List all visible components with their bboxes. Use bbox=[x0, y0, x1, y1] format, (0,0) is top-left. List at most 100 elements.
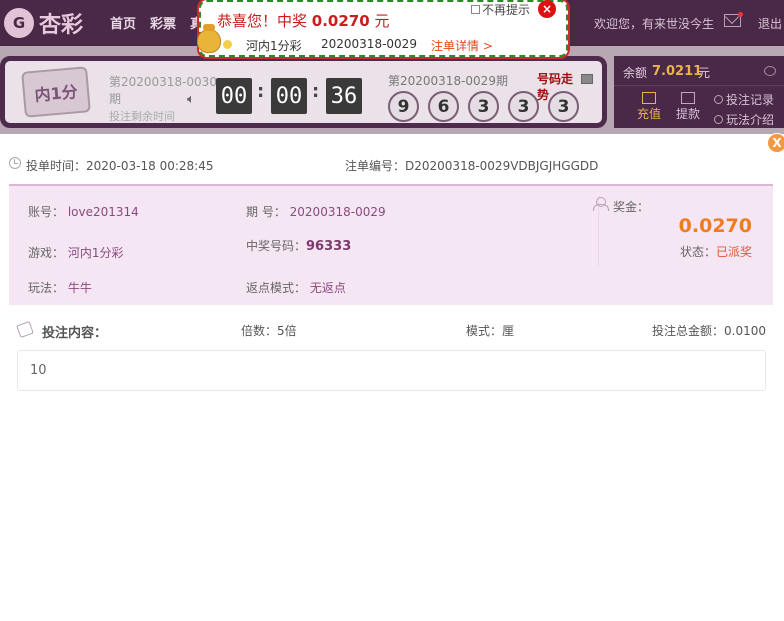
bet-records-label: 投注记录 bbox=[726, 93, 775, 107]
play-value: 牛牛 bbox=[67, 281, 92, 295]
lottery-panel: 内1分 第20200318-0030期 投注剩余时间 🔈︎ 00 : 00 : … bbox=[0, 56, 607, 128]
bet-content-box: 10 bbox=[17, 350, 766, 391]
lottery-logo-text: 内1分 bbox=[33, 82, 79, 105]
divider bbox=[614, 85, 784, 86]
rebate-label: 返点模式： bbox=[246, 281, 307, 295]
win-amount: 0.0270 bbox=[311, 12, 370, 30]
game-label: 游戏： bbox=[28, 246, 65, 260]
lottery-bar: 内1分 第20200318-0030期 投注剩余时间 🔈︎ 00 : 00 : … bbox=[0, 46, 784, 134]
win-issue: 20200318-0029 bbox=[321, 37, 417, 51]
balance-label: 余额 bbox=[623, 66, 648, 80]
unread-dot bbox=[738, 12, 743, 17]
account-field: 账号： love201314 bbox=[28, 203, 139, 220]
speaker-mute-icon[interactable]: 🔈︎ bbox=[187, 92, 195, 107]
balance-value: 7.0211 bbox=[652, 64, 703, 79]
nav-lottery[interactable]: 彩票 bbox=[150, 13, 176, 32]
issue-value: 20200318-0029 bbox=[289, 205, 386, 219]
clock-icon bbox=[714, 95, 723, 104]
win-code-field: 中奖号码：96333 bbox=[246, 237, 351, 254]
order-number-value: D20200318-0029VDBJGJHGGDD bbox=[405, 159, 599, 173]
countdown-seconds: 36 bbox=[326, 78, 362, 114]
draw-ball: 3 bbox=[468, 91, 499, 122]
nav-home[interactable]: 首页 bbox=[110, 13, 136, 32]
countdown-colon: : bbox=[312, 81, 320, 102]
bet-records-link[interactable]: 投注记录 bbox=[714, 91, 774, 108]
withdraw-button[interactable]: 提款 bbox=[673, 92, 703, 122]
draw-ball: 3 bbox=[508, 91, 539, 122]
note-icon bbox=[16, 320, 34, 339]
users-icon bbox=[593, 197, 609, 211]
current-issue: 第20200318-0030期 bbox=[109, 75, 217, 106]
rebate-value: 无返点 bbox=[309, 281, 346, 295]
win-notification: 恭喜您！中奖 0.0270 元 不再提示 × 河内1分彩 20200318-00… bbox=[197, 0, 568, 57]
site-logo[interactable]: G 杏彩 bbox=[4, 6, 83, 40]
bet-time-value: 2020-03-18 00:28:45 bbox=[86, 159, 214, 173]
clock-icon bbox=[9, 157, 21, 169]
recharge-icon bbox=[642, 92, 656, 104]
welcome-text: 欢迎您，有来世没今生 bbox=[594, 17, 715, 31]
eye-icon[interactable] bbox=[764, 66, 776, 76]
order-detail-panel: 投单时间：2020-03-18 00:28:45 注单编号：D20200318-… bbox=[0, 140, 784, 621]
countdown-minutes: 00 bbox=[271, 78, 307, 114]
logout-link[interactable]: 退出 bbox=[758, 15, 782, 32]
multiplier-label: 倍数： bbox=[241, 324, 278, 338]
prize-label: 奖金： bbox=[613, 200, 650, 214]
order-detail-link[interactable]: 注单详情 > bbox=[431, 37, 493, 54]
popup-close-icon[interactable]: × bbox=[538, 0, 556, 18]
previous-issue: 第20200318-0029期 bbox=[388, 74, 508, 88]
detail-close-icon[interactable]: X bbox=[767, 133, 784, 153]
win-title: 恭喜您！中奖 0.0270 元 bbox=[217, 10, 389, 31]
lottery-logo: 内1分 bbox=[21, 66, 91, 118]
draw-ball: 9 bbox=[388, 91, 419, 122]
balance-unit: 元 bbox=[698, 66, 711, 80]
win-code-value: 96333 bbox=[306, 239, 352, 254]
play-intro-link[interactable]: 玩法介绍 bbox=[714, 111, 774, 128]
bet-content-title: 投注内容： bbox=[42, 326, 108, 341]
total-value: 0.0100 bbox=[724, 324, 766, 338]
account-panel: 余额 7.0211 元 充值 提款 投注记录 玩法介绍 bbox=[614, 56, 784, 128]
play-field: 玩法： 牛牛 bbox=[28, 279, 92, 296]
prize-value: 0.0270 bbox=[678, 215, 752, 237]
withdraw-label: 提款 bbox=[675, 107, 700, 121]
recharge-label: 充值 bbox=[636, 107, 661, 121]
win-lottery-name: 河内1分彩 bbox=[246, 39, 302, 53]
logo-text: 杏彩 bbox=[39, 13, 84, 38]
win-title-prefix: 恭喜您！中奖 bbox=[217, 12, 312, 30]
mode-label: 模式： bbox=[466, 324, 503, 338]
win-code-label: 中奖号码： bbox=[246, 239, 307, 253]
game-value: 河内1分彩 bbox=[67, 246, 124, 260]
mode-field: 模式：厘 bbox=[466, 322, 514, 339]
trend-chart-icon[interactable] bbox=[581, 74, 593, 84]
issue-label: 期 号： bbox=[246, 205, 286, 219]
draw-ball: 3 bbox=[548, 91, 579, 122]
rebate-field: 返点模式： 无返点 bbox=[246, 279, 346, 296]
issue-field: 期 号： 20200318-0029 bbox=[246, 203, 386, 220]
win-title-suffix: 元 bbox=[369, 12, 390, 30]
multiplier-field: 倍数：5倍 bbox=[241, 322, 297, 339]
checkbox-box[interactable] bbox=[471, 5, 480, 14]
logo-mark: G bbox=[4, 8, 34, 38]
countdown-label: 投注剩余时间 bbox=[109, 110, 175, 123]
money-bag-icon bbox=[197, 24, 221, 53]
mode-value: 厘 bbox=[502, 324, 515, 338]
draw-ball: 6 bbox=[428, 91, 459, 122]
recharge-button[interactable]: 充值 bbox=[634, 92, 664, 122]
no-remind-label: 不再提示 bbox=[482, 3, 531, 17]
payout-status: 状态：已派奖 bbox=[680, 243, 752, 260]
account-value: love201314 bbox=[67, 205, 139, 219]
countdown-hours: 00 bbox=[216, 78, 252, 114]
order-info-box: 账号： love201314 期 号： 20200318-0029 游戏： 河内… bbox=[9, 184, 773, 305]
game-field: 游戏： 河内1分彩 bbox=[28, 244, 123, 261]
order-number-label: 注单编号： bbox=[345, 159, 406, 173]
wallet-icon bbox=[681, 92, 695, 104]
multiplier-value: 5倍 bbox=[277, 324, 297, 338]
order-number: 注单编号：D20200318-0029VDBJGJHGGDD bbox=[345, 157, 598, 174]
countdown-colon: : bbox=[257, 81, 265, 102]
account-label: 账号： bbox=[28, 205, 65, 219]
status-label: 状态： bbox=[679, 245, 716, 259]
bet-time-label: 投单时间： bbox=[26, 159, 87, 173]
no-remind-checkbox[interactable]: 不再提示 bbox=[471, 1, 530, 18]
play-intro-label: 玩法介绍 bbox=[726, 113, 775, 127]
bet-time: 投单时间：2020-03-18 00:28:45 bbox=[26, 157, 213, 174]
total-label: 投注总金额： bbox=[651, 324, 724, 338]
